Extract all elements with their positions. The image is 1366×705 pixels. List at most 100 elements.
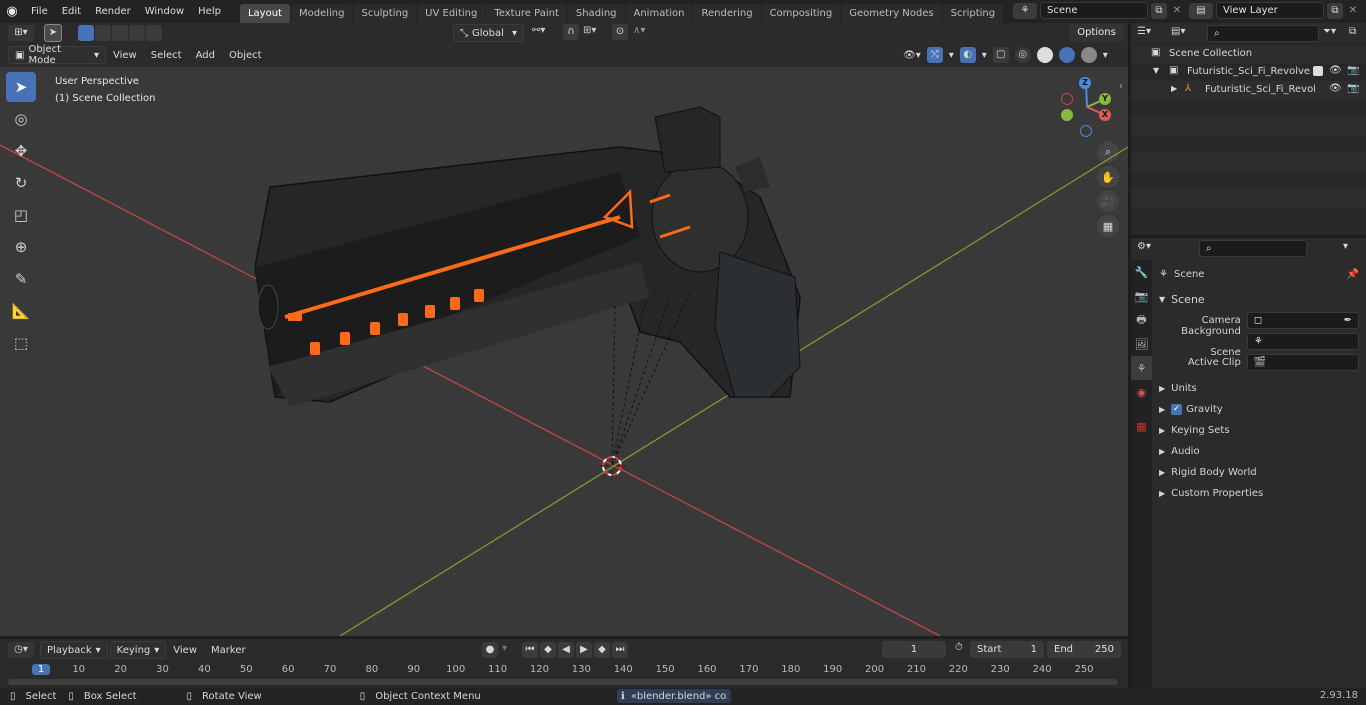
outliner-row-object[interactable]: ▶ ⅄ Futuristic_Sci_Fi_Revolve 👁 📷 [1131, 81, 1366, 99]
tab-layout[interactable]: Layout [239, 4, 290, 23]
cursor-tool-icon[interactable]: ◎ [6, 104, 36, 134]
3d-viewport[interactable]: User Perspective (1) Scene Collection Z … [0, 67, 1128, 636]
gizmo-y-axis[interactable]: Y [1099, 93, 1111, 105]
camera-view-icon[interactable]: 🎥 [1097, 190, 1119, 212]
tab-scripting[interactable]: Scripting [942, 4, 1004, 23]
pivot-point-icon[interactable]: ⚯▾ [532, 25, 545, 36]
eye-icon[interactable]: 👁 [1329, 83, 1342, 94]
zoom-icon[interactable]: ⌕ [1097, 141, 1119, 163]
camera-field[interactable]: ◻ ✒ [1246, 312, 1359, 329]
menu-window[interactable]: Window [138, 0, 191, 23]
scene-icon[interactable]: ⚘ [1013, 2, 1037, 19]
xray-icon[interactable]: ▢ [992, 47, 1009, 63]
menu-view[interactable]: View [106, 44, 144, 67]
menu-object[interactable]: Object [222, 44, 269, 67]
jump-start-icon[interactable]: ⏮ [522, 642, 538, 658]
play-reverse-icon[interactable]: ◀ [558, 642, 574, 658]
rendered-shading-icon[interactable] [1080, 47, 1097, 63]
playback-dropdown[interactable]: Playback ▾ [40, 641, 108, 659]
falloff-icon[interactable]: ∧▾ [633, 25, 645, 36]
editor-type-icon[interactable]: ⊞▾ [8, 25, 34, 41]
notification-badge[interactable]: ℹ «blender.blend» cox... [617, 689, 731, 703]
delete-view-layer-icon[interactable]: ✕ [1346, 5, 1360, 16]
outliner-row-collection[interactable]: ▼ ▣ Futuristic_Sci_Fi_Revolver_Pis 👁 📷 [1131, 63, 1366, 81]
new-scene-icon[interactable]: ⧉ [1151, 2, 1167, 19]
tab-animation[interactable]: Animation [625, 4, 693, 23]
select-box-icon[interactable]: ➤ [6, 72, 36, 102]
tab-rendering[interactable]: Rendering [693, 4, 761, 23]
tab-texture-paint[interactable]: Texture Paint [486, 4, 567, 23]
shading-dropdown-icon[interactable]: ▾ [1103, 50, 1108, 61]
keying-sets-panel[interactable]: ▶ Keying Sets [1159, 420, 1359, 441]
orientation-dropdown[interactable]: ⤡ Global ▾ [453, 24, 524, 42]
gizmo-neg-y[interactable] [1061, 109, 1073, 121]
menu-render[interactable]: Render [88, 0, 138, 23]
timeline-menu-marker[interactable]: Marker [204, 639, 253, 662]
move-tool-icon[interactable]: ✥ [6, 136, 36, 166]
camera-icon[interactable]: 📷 [1347, 83, 1359, 94]
expand-down-icon[interactable]: ▼ [1153, 66, 1159, 75]
menu-file[interactable]: File [24, 0, 55, 23]
timeline-editor-icon[interactable]: ◷▾ [8, 642, 34, 658]
current-frame-marker[interactable]: 1 [32, 664, 50, 675]
overlay-toggle-icon[interactable]: ◐ [959, 47, 976, 63]
prev-keyframe-icon[interactable]: ◆ [540, 642, 556, 658]
menu-add[interactable]: Add [189, 44, 222, 67]
units-panel[interactable]: ▶ Units [1159, 378, 1359, 399]
background-scene-field[interactable]: ⚘ [1246, 333, 1359, 350]
rotate-tool-icon[interactable]: ↻ [6, 168, 36, 198]
overlay-dropdown-icon[interactable]: ▾ [982, 50, 987, 61]
expand-right-icon[interactable]: ▶ [1171, 84, 1177, 93]
viewport-canvas[interactable] [0, 67, 1128, 636]
timeline-ruler[interactable]: 1 10 20 30 40 50 60 70 80 90 100 110 120 130 140 150 160… [0, 661, 1128, 688]
scene-tab-icon[interactable]: ⚘ [1131, 356, 1152, 380]
view-layer-icon[interactable]: ▤ [1189, 2, 1213, 19]
timeline-menu-view[interactable]: View [166, 639, 204, 662]
tab-modeling[interactable]: Modeling [290, 4, 353, 23]
sidebar-toggle-icon[interactable]: ‹ [1119, 81, 1123, 92]
tab-compositing[interactable]: Compositing [761, 4, 841, 23]
outliner-search-input[interactable]: ⌕ [1207, 25, 1319, 42]
tab-geometry-nodes[interactable]: Geometry Nodes [841, 4, 942, 23]
eye-icon[interactable]: 👁 [1329, 65, 1342, 76]
menu-help[interactable]: Help [191, 0, 228, 23]
new-view-layer-icon[interactable]: ⧉ [1327, 2, 1343, 19]
keying-dropdown[interactable]: Keying ▾ [109, 641, 167, 659]
properties-options-icon[interactable]: ▾ [1343, 241, 1348, 252]
outliner-row-root[interactable]: ▣ Scene Collection [1131, 45, 1366, 63]
blender-logo-icon[interactable]: ◉ [0, 4, 24, 19]
select-new-icon[interactable] [78, 25, 94, 41]
gravity-checkbox[interactable]: ✓ [1171, 404, 1183, 415]
filter-icon[interactable]: ⏷▾ [1323, 26, 1336, 37]
output-tab-icon[interactable]: 🖶 [1131, 308, 1152, 332]
options-button[interactable]: Options [1069, 24, 1124, 42]
wireframe-shading-icon[interactable]: ◎ [1014, 47, 1031, 63]
solid-shading-icon[interactable] [1036, 47, 1053, 63]
scene-name-field[interactable]: Scene [1040, 2, 1148, 19]
active-tool-icon[interactable]: ➤ [44, 24, 62, 42]
transform-tool-icon[interactable]: ⊕ [6, 232, 36, 262]
navigation-gizmo[interactable]: Z Y X [1055, 75, 1120, 140]
timeline-scrollbar[interactable] [8, 679, 1118, 685]
mode-dropdown[interactable]: ▣ Object Mode ▾ [8, 44, 106, 66]
scene-panel-header[interactable]: ▼ Scene [1159, 289, 1359, 310]
menu-edit[interactable]: Edit [55, 0, 88, 23]
tab-uv-editing[interactable]: UV Editing [417, 4, 486, 23]
eyedropper-icon[interactable]: ✒ [1344, 313, 1352, 328]
pin-icon[interactable]: 📌 [1347, 264, 1359, 285]
play-icon[interactable]: ▶ [576, 642, 592, 658]
checkbox-icon[interactable] [1313, 66, 1323, 76]
current-frame-field[interactable]: 1 [882, 641, 946, 658]
scale-tool-icon[interactable]: ◰ [6, 200, 36, 230]
texture-tab-icon[interactable]: ▦ [1131, 414, 1152, 438]
gizmo-z-axis[interactable]: Z [1079, 77, 1091, 89]
menu-select[interactable]: Select [144, 44, 189, 67]
gizmo-dropdown-icon[interactable]: ▾ [949, 50, 954, 61]
select-invert-icon[interactable] [129, 25, 145, 41]
gizmo-toggle-icon[interactable]: ⤭ [926, 47, 943, 63]
material-shading-icon[interactable] [1058, 47, 1075, 63]
pan-hand-icon[interactable]: ✋ [1097, 166, 1119, 188]
visibility-icon[interactable]: 👁▾ [903, 50, 921, 61]
custom-properties-panel[interactable]: ▶ Custom Properties [1159, 483, 1359, 504]
annotate-tool-icon[interactable]: ✎ [6, 264, 36, 294]
